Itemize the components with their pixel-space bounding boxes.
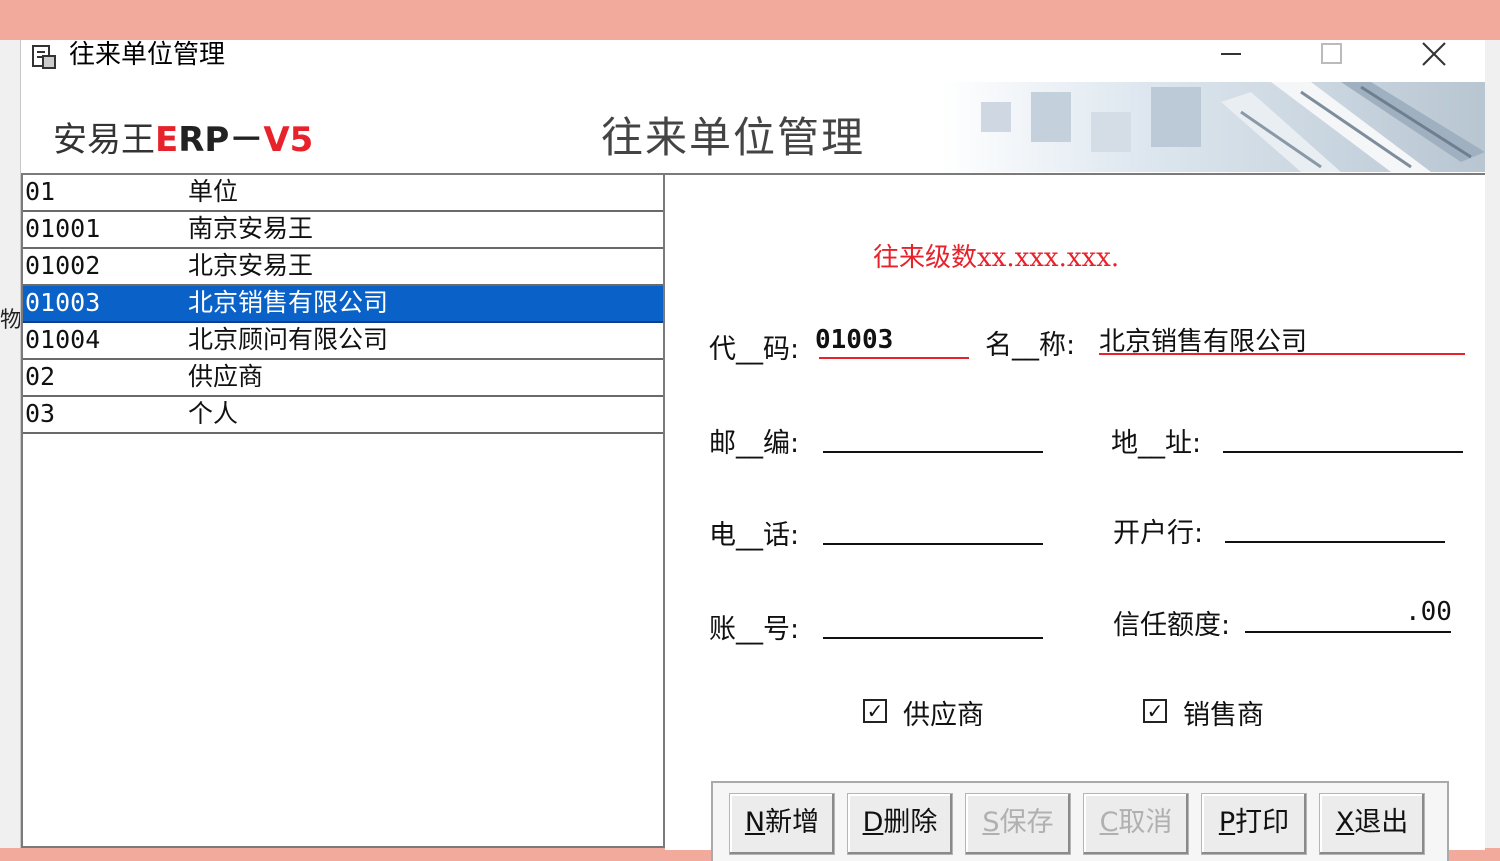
tree-row-code: 03 — [25, 399, 56, 428]
main-window: 往来单位管理 安易王ERP－V5 往来单位管理 01 单位 01001 南京安易… — [20, 40, 1485, 861]
tree-row-name: 南京安易王 — [188, 214, 314, 243]
supplier-checkbox[interactable]: ✓ — [863, 699, 887, 723]
tree-row[interactable]: 01002 北京安易王 — [23, 249, 663, 286]
postcode-field-underline — [823, 451, 1043, 453]
tree-row-code: 01 — [25, 177, 56, 206]
tree-row-name: 北京销售有限公司 — [188, 288, 389, 317]
bank-field-underline — [1225, 541, 1445, 543]
credit-label: 信任额度: — [1113, 610, 1231, 641]
account-label: 账__号: — [709, 614, 800, 645]
tree-row-name: 北京安易王 — [188, 251, 314, 280]
code-field-underline — [819, 357, 969, 359]
tree-row[interactable]: 01004 北京顾问有限公司 — [23, 323, 663, 360]
brand-text-1: 安易王 — [53, 120, 155, 160]
save-button[interactable]: S保存 — [965, 793, 1071, 855]
header-banner: 安易王ERP－V5 往来单位管理 — [21, 82, 1485, 172]
code-label: 代__码: — [709, 334, 800, 365]
tree-row-code: 01002 — [25, 251, 101, 280]
button-label: 取消 — [1118, 807, 1173, 838]
supplier-checkbox-label: 供应商 — [903, 700, 984, 731]
brand-text-4: V5 — [263, 120, 314, 160]
exit-button[interactable]: X退出 — [1319, 793, 1425, 855]
brand-text-2: E — [155, 120, 179, 160]
button-accelerator-key: C — [1099, 807, 1119, 838]
button-label: 新增 — [765, 807, 820, 838]
button-accelerator-key: P — [1218, 807, 1236, 838]
background-window-edge-right — [1484, 40, 1500, 848]
bank-label: 开户行: — [1113, 518, 1204, 549]
level-format-text: 往来级数xx.xxx.xxx. — [873, 243, 1120, 273]
tree-row[interactable]: 01003 北京销售有限公司 — [23, 286, 663, 323]
postcode-label: 邮__编: — [709, 428, 800, 459]
window-title: 往来单位管理 — [69, 40, 226, 70]
maximize-icon[interactable] — [1281, 40, 1381, 70]
name-field-underline — [1099, 353, 1465, 355]
tree-row-name: 北京顾问有限公司 — [188, 325, 389, 354]
seller-checkbox[interactable]: ✓ — [1143, 699, 1167, 723]
button-label: 删除 — [883, 807, 938, 838]
name-label: 名__称: — [985, 330, 1076, 361]
button-label: 打印 — [1235, 807, 1290, 838]
button-label: 退出 — [1354, 807, 1409, 838]
credit-field[interactable]: .00 — [1405, 597, 1452, 627]
address-label: 地__址: — [1111, 428, 1202, 459]
background-window-edge: 物 — [0, 40, 23, 848]
delete-button[interactable]: D删除 — [847, 793, 953, 855]
tree-row-name: 单位 — [188, 177, 239, 206]
tree-row-code: 01001 — [25, 214, 101, 243]
title-bar[interactable]: 往来单位管理 — [21, 40, 1485, 80]
brand-text-3: RP－ — [178, 120, 264, 160]
seller-checkbox-label: 销售商 — [1183, 700, 1264, 731]
unit-tree-list[interactable]: 01 单位 01001 南京安易王 01002 北京安易王 01003 北京销售有限公司 010… — [21, 173, 665, 848]
app-icon — [32, 45, 56, 69]
phone-field-underline — [823, 543, 1043, 545]
tree-row-code: 01003 — [25, 288, 101, 317]
page-heading: 往来单位管理 — [601, 113, 866, 162]
button-accelerator-key: D — [862, 807, 884, 838]
background-window-fragment: 物 — [0, 308, 23, 333]
credit-field-underline — [1245, 631, 1451, 633]
header-decoration-image — [941, 82, 1485, 172]
brand-logo: 安易王ERP－V5 — [53, 112, 313, 161]
tree-row-name: 供应商 — [188, 362, 264, 391]
address-field-underline — [1223, 451, 1463, 453]
button-bar: N新增 D删除 S保存 C取消 P打印 X退出 — [711, 781, 1449, 861]
tree-row[interactable]: 03 个人 — [23, 397, 663, 434]
print-button[interactable]: P打印 — [1201, 793, 1307, 855]
tree-row-name: 个人 — [188, 399, 239, 428]
tree-row-code: 02 — [25, 362, 56, 391]
tree-row-code: 01004 — [25, 325, 101, 354]
new-button[interactable]: N新增 — [729, 793, 835, 855]
phone-label: 电__话: — [709, 520, 800, 551]
minimize-icon[interactable] — [1181, 40, 1281, 70]
cancel-button[interactable]: C取消 — [1083, 793, 1189, 855]
button-accelerator-key: N — [744, 807, 766, 838]
close-icon[interactable] — [1383, 40, 1483, 70]
tree-row[interactable]: 02 供应商 — [23, 360, 663, 397]
button-label: 保存 — [999, 807, 1054, 838]
button-accelerator-key: X — [1335, 807, 1355, 838]
tree-row[interactable]: 01 单位 — [23, 175, 663, 212]
button-accelerator-key: S — [982, 807, 1000, 838]
account-field-underline — [823, 637, 1043, 639]
detail-panel: 往来级数xx.xxx.xxx. 代__码: 01003 名__称: 北京销售有限… — [665, 173, 1485, 861]
code-field[interactable]: 01003 — [815, 325, 893, 355]
tree-row[interactable]: 01001 南京安易王 — [23, 212, 663, 249]
